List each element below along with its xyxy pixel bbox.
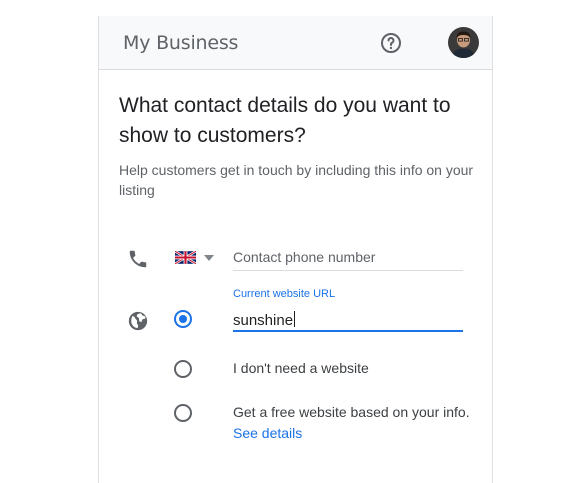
country-code-select[interactable] xyxy=(171,248,219,268)
contact-phone-input[interactable]: Contact phone number xyxy=(233,245,463,271)
chevron-down-icon xyxy=(204,255,214,261)
free-website-option-label: Get a free website based on your info. S… xyxy=(233,402,473,444)
my-business-panel: My Business What contact details do you … xyxy=(98,16,493,483)
radio-free-website[interactable] xyxy=(174,404,192,422)
radio-current-website[interactable] xyxy=(174,310,192,328)
see-details-link[interactable]: See details xyxy=(233,425,302,441)
no-website-option-label: I don't need a website xyxy=(233,360,369,376)
phone-icon xyxy=(129,250,147,268)
help-circle-icon[interactable] xyxy=(379,31,403,55)
page-subtext: Help customers get in touch by including… xyxy=(119,162,474,198)
page-heading: What contact details do you want to show… xyxy=(119,94,451,147)
free-website-text: Get a free website based on your info. xyxy=(233,404,470,420)
user-avatar[interactable] xyxy=(448,27,479,58)
website-url-input[interactable]: sunshine xyxy=(233,306,463,332)
website-url-value: sunshine xyxy=(233,312,294,329)
website-url-label: Current website URL xyxy=(233,288,336,300)
app-bar: My Business xyxy=(99,16,492,70)
app-title: My Business xyxy=(123,32,239,54)
uk-flag-icon xyxy=(175,251,196,264)
radio-no-website[interactable] xyxy=(174,360,192,378)
globe-icon xyxy=(128,311,148,331)
text-cursor xyxy=(294,311,296,327)
